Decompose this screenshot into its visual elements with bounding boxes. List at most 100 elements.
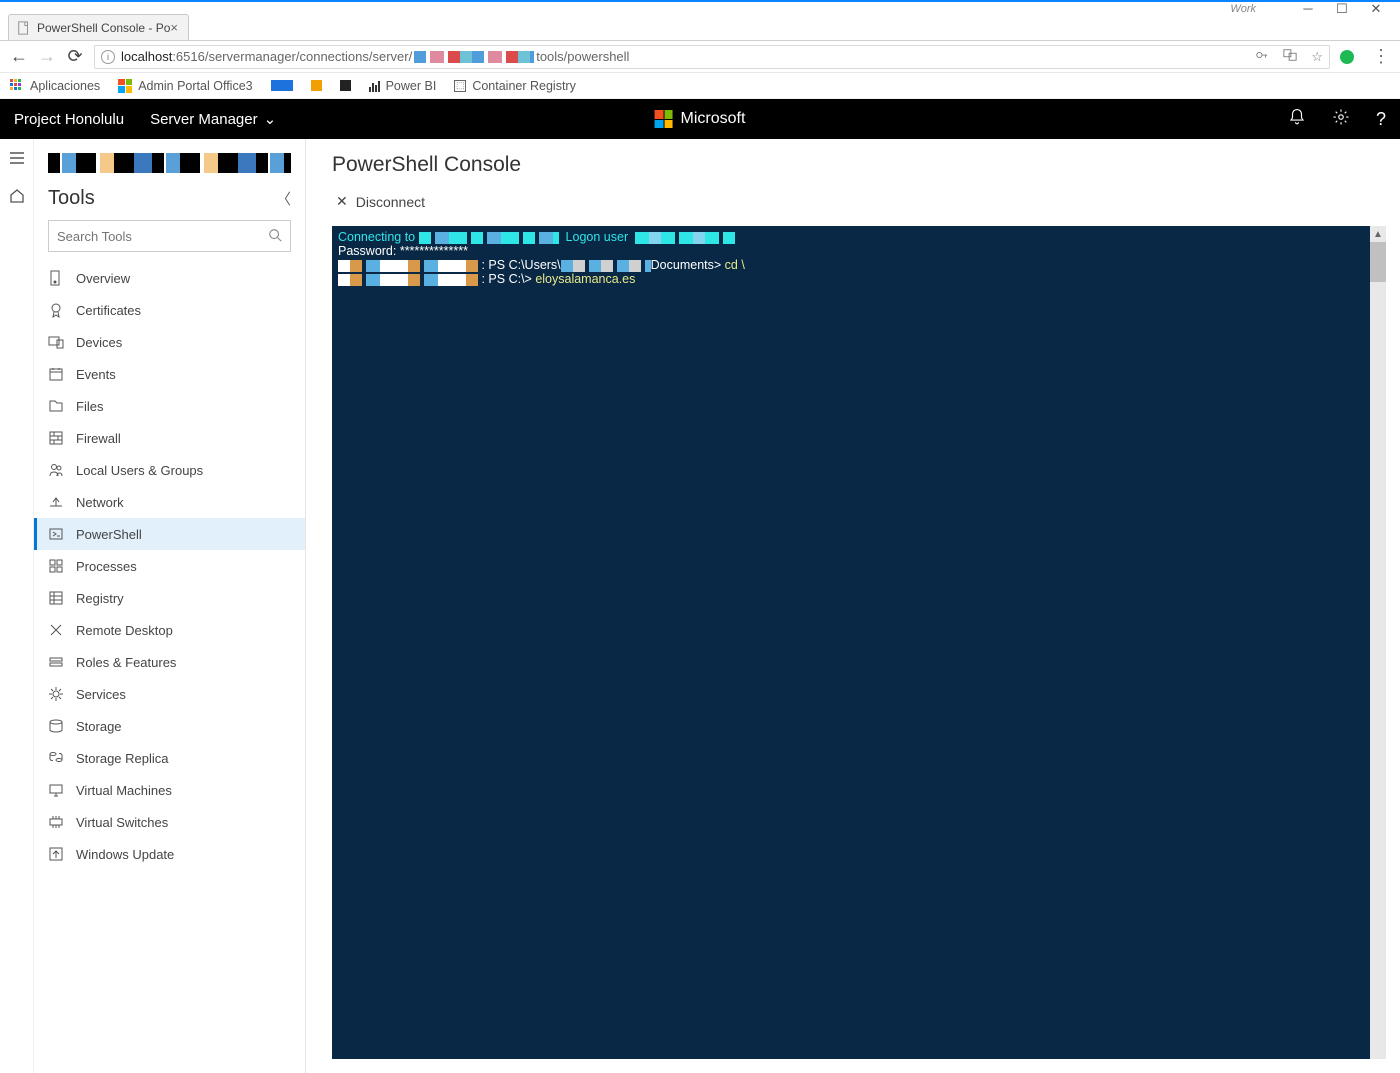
scroll-up-icon[interactable]: ▲ bbox=[1370, 226, 1386, 242]
sidebar-item-label: Events bbox=[76, 367, 116, 382]
sidebar-item-overview[interactable]: Overview bbox=[34, 262, 305, 294]
translate-icon[interactable] bbox=[1283, 48, 1297, 65]
sidebar-item-label: Certificates bbox=[76, 303, 141, 318]
left-rail bbox=[0, 139, 34, 1073]
site-info-icon[interactable]: i bbox=[101, 50, 115, 64]
sidebar-item-windows-update[interactable]: Windows Update bbox=[34, 838, 305, 870]
bookmark-powerbi[interactable]: Power BI bbox=[369, 79, 437, 93]
windows-update-icon bbox=[48, 846, 64, 862]
bookmark-swatch-2[interactable] bbox=[311, 80, 322, 91]
extension-icon[interactable] bbox=[1340, 50, 1354, 64]
sidebar-item-storage[interactable]: Storage bbox=[34, 710, 305, 742]
sidebar-item-files[interactable]: Files bbox=[34, 390, 305, 422]
terminal-output: Connecting to Logon user Password: *****… bbox=[332, 226, 1386, 290]
container-icon: ⬚ bbox=[454, 80, 466, 92]
close-icon: ✕ bbox=[336, 193, 348, 210]
powershell-icon bbox=[48, 526, 64, 542]
sidebar-item-label: Remote Desktop bbox=[76, 623, 173, 638]
bookmark-swatch-1[interactable] bbox=[271, 80, 293, 91]
key-icon[interactable] bbox=[1255, 48, 1269, 65]
sidebar-item-storage-replica[interactable]: Storage Replica bbox=[34, 742, 305, 774]
sidebar-item-label: Storage Replica bbox=[76, 751, 169, 766]
bookmark-container-registry[interactable]: ⬚ Container Registry bbox=[454, 79, 576, 93]
sidebar-item-registry[interactable]: Registry bbox=[34, 582, 305, 614]
scroll-thumb[interactable] bbox=[1370, 242, 1386, 282]
sidebar-item-processes[interactable]: Processes bbox=[34, 550, 305, 582]
remote-desktop-icon bbox=[48, 622, 64, 638]
page-icon bbox=[17, 21, 31, 35]
sidebar-item-virtual-machines[interactable]: Virtual Machines bbox=[34, 774, 305, 806]
swatch-icon bbox=[311, 80, 322, 91]
browser-menu-button[interactable]: ⋮ bbox=[1372, 46, 1390, 67]
settings-button[interactable] bbox=[1332, 108, 1350, 131]
breadcrumb[interactable]: Server Manager ⌄ bbox=[150, 110, 276, 128]
tool-list: Overview Certificates Devices Events Files Fi… bbox=[34, 262, 305, 1073]
terminal[interactable]: Connecting to Logon user Password: *****… bbox=[332, 226, 1386, 1059]
certificates-icon bbox=[48, 302, 64, 318]
swatch-icon bbox=[340, 80, 351, 91]
tab-close-button[interactable]: × bbox=[170, 20, 178, 35]
chevron-down-icon: ⌄ bbox=[264, 110, 277, 128]
window-maximize-button[interactable]: ☐ bbox=[1336, 3, 1348, 15]
sidebar-item-remote-desktop[interactable]: Remote Desktop bbox=[34, 614, 305, 646]
sidebar-item-roles-features[interactable]: Roles & Features bbox=[34, 646, 305, 678]
sidebar-item-services[interactable]: Services bbox=[34, 678, 305, 710]
sidebar-item-network[interactable]: Network bbox=[34, 486, 305, 518]
ms-icon bbox=[118, 79, 132, 93]
app-brand[interactable]: Project Honolulu bbox=[14, 111, 124, 128]
notifications-button[interactable] bbox=[1288, 108, 1306, 131]
sidebar-item-certificates[interactable]: Certificates bbox=[34, 294, 305, 326]
disconnect-button[interactable]: ✕ Disconnect bbox=[336, 193, 425, 210]
collapse-sidebar-button[interactable]: 〈 bbox=[276, 188, 291, 209]
reload-button[interactable]: ⟳ bbox=[66, 48, 84, 66]
sidebar-item-label: Overview bbox=[76, 271, 130, 286]
search-tools-input[interactable] bbox=[57, 229, 268, 244]
hamburger-button[interactable] bbox=[8, 149, 26, 167]
star-icon[interactable]: ☆ bbox=[1311, 49, 1323, 65]
storage-icon bbox=[48, 718, 64, 734]
help-button[interactable]: ? bbox=[1376, 109, 1386, 130]
firewall-icon bbox=[48, 430, 64, 446]
virtual-switches-icon bbox=[48, 814, 64, 830]
search-icon bbox=[268, 228, 282, 245]
forward-button[interactable]: → bbox=[38, 48, 56, 66]
back-button[interactable]: ← bbox=[10, 48, 28, 66]
new-tab-button[interactable] bbox=[193, 19, 211, 37]
window-minimize-button[interactable]: ─ bbox=[1302, 3, 1314, 15]
home-button[interactable] bbox=[8, 187, 26, 205]
virtual-machines-icon bbox=[48, 782, 64, 798]
sidebar-heading: Tools bbox=[48, 187, 95, 210]
window-profile-label: Work bbox=[1230, 3, 1256, 15]
bookmark-apps[interactable]: Aplicaciones bbox=[10, 79, 100, 93]
terminal-redacted bbox=[635, 232, 735, 244]
bookmark-swatch-3[interactable] bbox=[340, 80, 351, 91]
terminal-scrollbar[interactable]: ▲ bbox=[1370, 226, 1386, 1059]
bookmark-admin-portal[interactable]: Admin Portal Office3 bbox=[118, 79, 252, 93]
url-redacted bbox=[414, 51, 534, 63]
sidebar-item-label: Processes bbox=[76, 559, 137, 574]
sidebar-item-firewall[interactable]: Firewall bbox=[34, 422, 305, 454]
local-users-groups-icon bbox=[48, 462, 64, 478]
sidebar-item-powershell[interactable]: PowerShell bbox=[34, 518, 305, 550]
window-titlebar: Work ─ ☐ ✕ bbox=[0, 0, 1400, 13]
apps-icon bbox=[10, 79, 24, 93]
url-path-2: tools/powershell bbox=[536, 49, 629, 64]
server-name-redacted bbox=[48, 153, 291, 173]
sidebar-item-devices[interactable]: Devices bbox=[34, 326, 305, 358]
roles-features-icon bbox=[48, 654, 64, 670]
search-tools-box[interactable] bbox=[48, 220, 291, 252]
sidebar-item-label: PowerShell bbox=[76, 527, 142, 542]
sidebar-item-virtual-switches[interactable]: Virtual Switches bbox=[34, 806, 305, 838]
sidebar-item-label: Services bbox=[76, 687, 126, 702]
content-toolbar: ✕ Disconnect bbox=[332, 193, 1386, 210]
sidebar-item-label: Roles & Features bbox=[76, 655, 176, 670]
sidebar-item-events[interactable]: Events bbox=[34, 358, 305, 390]
sidebar-item-local-users-groups[interactable]: Local Users & Groups bbox=[34, 454, 305, 486]
sidebar-item-label: Firewall bbox=[76, 431, 121, 446]
events-icon bbox=[48, 366, 64, 382]
sidebar-item-label: Devices bbox=[76, 335, 122, 350]
window-close-button[interactable]: ✕ bbox=[1370, 3, 1382, 15]
sidebar-item-label: Virtual Switches bbox=[76, 815, 168, 830]
address-bar[interactable]: i localhost :6516/servermanager/connecti… bbox=[94, 45, 1330, 69]
browser-tab[interactable]: PowerShell Console - Po × bbox=[8, 14, 189, 40]
